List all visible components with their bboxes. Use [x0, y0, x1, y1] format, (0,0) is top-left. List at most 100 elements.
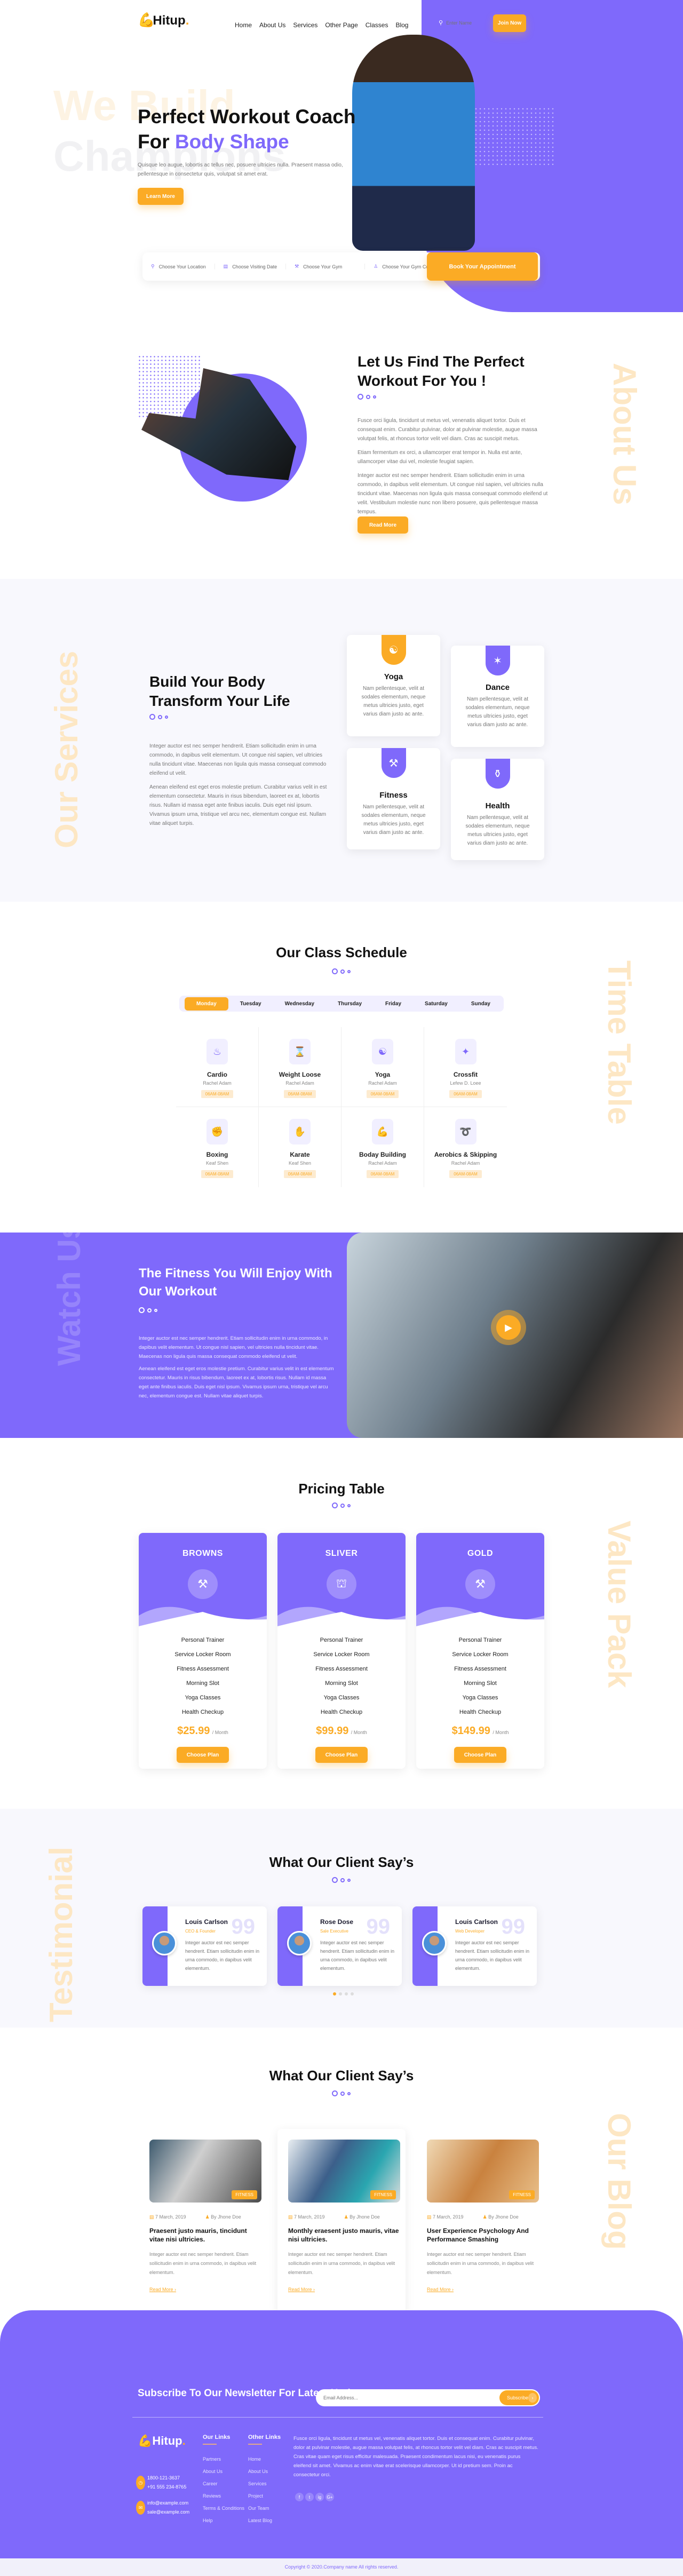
section-dots — [332, 968, 351, 974]
class-item[interactable]: ✦ Crossfit Lefew D. Loee 06AM-08AM — [424, 1027, 507, 1107]
facebook-icon[interactable]: f — [295, 2493, 304, 2501]
choose-plan-button[interactable]: Choose Plan — [315, 1747, 368, 1763]
field-label: Choose Visiting Date — [232, 264, 277, 269]
footer-link[interactable]: Our Team — [248, 2506, 281, 2511]
logo-dot: . — [185, 13, 189, 28]
class-trainer: Keaf Shen — [205, 1160, 229, 1166]
service-card-yoga[interactable]: ☯ Yoga Nam pellentesque, velit at sodales … — [347, 635, 440, 736]
blog-image[interactable]: FITNESS — [427, 2140, 539, 2203]
section-dots — [332, 2090, 351, 2096]
service-card-fitness[interactable]: ⚒ Fitness Nam pellentesque, velit at sodal… — [347, 748, 440, 849]
tab-friday[interactable]: Friday — [374, 997, 413, 1011]
date-text: 7 March, 2019 — [433, 2214, 464, 2220]
footer-link[interactable]: About Us — [203, 2469, 244, 2474]
tab-thursday[interactable]: Thursday — [326, 997, 374, 1011]
tab-tuesday[interactable]: Tuesday — [228, 997, 273, 1011]
search-icon: ⚲ — [439, 20, 443, 26]
search-input[interactable] — [446, 20, 484, 26]
booking-field-gym[interactable]: ⚒ Choose Your Gym — [286, 264, 366, 269]
class-item[interactable]: ✊ Boxing Keaf Shen 06AM-08AM — [176, 1107, 259, 1187]
class-item[interactable]: ⌛ Weight Loose Rachel Adam 06AM-08AM — [259, 1027, 342, 1107]
class-item[interactable]: ☯ Yoga Rachel Adam 06AM-08AM — [342, 1027, 424, 1107]
footer-link[interactable]: Partners — [203, 2456, 244, 2462]
other-links: Other Links Home About Us Services Project Ou… — [248, 2434, 281, 2530]
class-item[interactable]: ✋ Karate Keaf Shen 06AM-08AM — [259, 1107, 342, 1187]
carousel-dot[interactable] — [339, 1992, 342, 1995]
footer-link[interactable]: Help — [203, 2518, 244, 2523]
carousel-dot[interactable] — [351, 1992, 354, 1995]
email-1[interactable]: info@example.com — [147, 2499, 189, 2508]
class-trainer: Rachel Adam — [203, 1080, 232, 1086]
choose-plan-button[interactable]: Choose Plan — [177, 1747, 229, 1763]
class-icon: ☯ — [372, 1039, 393, 1064]
footer-link[interactable]: Services — [248, 2481, 281, 2486]
subscribe-button[interactable]: Subscribe › — [499, 2390, 539, 2405]
tab-monday[interactable]: Monday — [185, 997, 228, 1011]
class-item[interactable]: 💪 Boday Building Rachel Adam 06AM-08AM — [342, 1107, 424, 1187]
section-dots — [332, 1502, 351, 1508]
nav-blog[interactable]: Blog — [395, 21, 408, 29]
blog-author: ♟ By Jhone Doe — [483, 2214, 519, 2220]
service-card-dance[interactable]: ✶ Dance Nam pellentesque, velit at sodales… — [451, 646, 544, 747]
footer-link[interactable]: Terms & Conditions — [203, 2506, 244, 2511]
blog-image[interactable]: FITNESS — [149, 2140, 261, 2203]
read-more-link[interactable]: Read More › — [288, 2287, 400, 2292]
schedule-title: Our Class Schedule — [276, 944, 407, 960]
blog-tag[interactable]: FITNESS — [232, 2190, 257, 2199]
booking-field-date[interactable]: ▤ Choose Visiting Date — [215, 264, 287, 269]
book-appointment-button[interactable]: Book Your Appointment — [427, 252, 538, 281]
play-button[interactable]: ▶ — [491, 1310, 526, 1345]
nav-services[interactable]: Services — [293, 21, 317, 29]
read-more-link[interactable]: Read More › — [427, 2287, 539, 2292]
pricing-title: Pricing Table — [298, 1481, 385, 1497]
footer-link[interactable]: Home — [248, 2456, 281, 2462]
footer-link[interactable]: Latest Blog — [248, 2518, 281, 2523]
blog-title[interactable]: Monthly eraesent justo mauris, vitae nis… — [288, 2227, 400, 2244]
carousel-dot-active[interactable] — [333, 1992, 336, 1995]
booking-field-location[interactable]: ⚲ Choose Your Location — [142, 264, 215, 269]
read-more-button[interactable]: Read More — [358, 516, 408, 534]
email-input[interactable] — [323, 2395, 446, 2400]
service-card-health[interactable]: ⚱ Health Nam pellentesque, velit at sodale… — [451, 759, 544, 860]
join-now-button[interactable]: Join Now — [493, 14, 526, 32]
blog-tag[interactable]: FITNESS — [509, 2190, 535, 2199]
footer: Subscribe To Our Newsletter For Latest U… — [0, 2310, 683, 2558]
choose-plan-button[interactable]: Choose Plan — [454, 1747, 506, 1763]
carousel-dot[interactable] — [345, 1992, 348, 1995]
blog-tag[interactable]: FITNESS — [370, 2190, 396, 2199]
nav-about[interactable]: About Us — [259, 21, 285, 29]
calendar-icon: ▤ — [223, 264, 228, 269]
blog-title[interactable]: Praesent justo mauris, tincidunt vitae n… — [149, 2227, 261, 2244]
nav-classes[interactable]: Classes — [366, 21, 388, 29]
nav-home[interactable]: Home — [235, 21, 252, 29]
client-name: Louis Carlson — [455, 1918, 498, 1926]
twitter-icon[interactable]: t — [305, 2493, 314, 2501]
email-2[interactable]: sale@example.com — [147, 2508, 189, 2517]
tab-saturday[interactable]: Saturday — [413, 997, 459, 1011]
class-time: 06AM-08AM — [283, 1170, 316, 1178]
blog-title[interactable]: User Experience Psychology And Performan… — [427, 2227, 539, 2244]
footer-logo[interactable]: 💪Hitup. — [138, 2434, 186, 2448]
plan-feature: Health Checkup — [320, 1709, 363, 1715]
logo-text: Hitup — [153, 13, 186, 28]
instagram-icon[interactable]: ig — [315, 2493, 324, 2501]
nav-other-page[interactable]: Other Page — [325, 21, 358, 29]
carousel-dots[interactable] — [333, 1992, 354, 1995]
footer-link[interactable]: About Us — [248, 2469, 281, 2474]
footer-link[interactable]: Reviews — [203, 2493, 244, 2499]
footer-link[interactable]: Project — [248, 2493, 281, 2499]
footer-link[interactable]: Career — [203, 2481, 244, 2486]
read-more-link[interactable]: Read More › — [149, 2287, 261, 2292]
newsletter-form: Subscribe› — [316, 2389, 540, 2406]
dumbbell-icon: ⚒ — [381, 748, 406, 778]
blog-image[interactable]: FITNESS — [288, 2140, 400, 2203]
user-icon: ♟ — [344, 2214, 348, 2220]
tab-wednesday[interactable]: Wednesday — [273, 997, 326, 1011]
class-item[interactable]: ➰ Aerobics & Skipping Rachel Adam 06AM-08AM — [424, 1107, 507, 1187]
learn-more-button[interactable]: Learn More — [138, 188, 184, 205]
tab-sunday[interactable]: Sunday — [459, 997, 502, 1011]
logo[interactable]: 💪 Hitup. — [138, 12, 189, 28]
google-plus-icon[interactable]: G+ — [325, 2493, 334, 2501]
plan-feature: Personal Trainer — [181, 1637, 225, 1643]
class-item[interactable]: ♨ Cardio Rachel Adam 06AM-08AM — [176, 1027, 259, 1107]
